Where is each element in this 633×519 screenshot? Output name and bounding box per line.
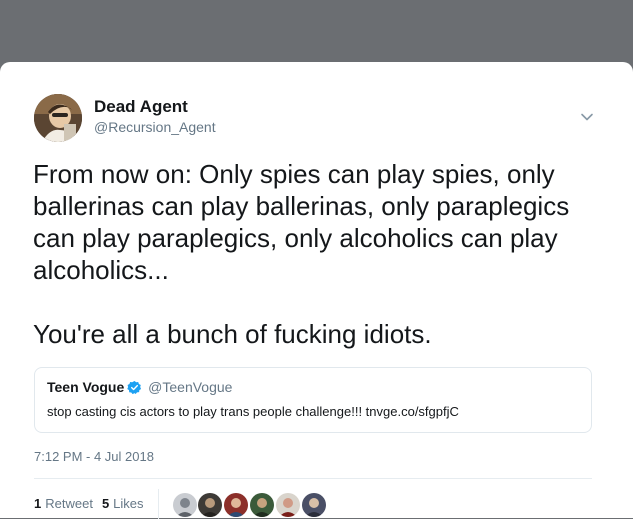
- stats-divider: [158, 489, 159, 519]
- chevron-down-icon[interactable]: [578, 108, 596, 126]
- retweet-count: 1: [34, 496, 42, 511]
- author-handle[interactable]: @Recursion_Agent: [94, 117, 216, 137]
- quoted-display-name: Teen Vogue: [47, 379, 125, 395]
- liker-avatar-3[interactable]: [223, 492, 249, 518]
- liker-avatar-1[interactable]: [172, 492, 198, 518]
- retweet-stat[interactable]: 1 Retweet: [34, 493, 93, 515]
- author-avatar[interactable]: [34, 94, 82, 142]
- likes-label: Likes: [113, 496, 144, 511]
- profile-photo-icon: [34, 94, 82, 142]
- tweet-text: From now on: Only spies can play spies, …: [33, 159, 570, 349]
- tweet-stats: 1 Retweet 5 Likes: [34, 493, 144, 515]
- quoted-tweet-header: Teen Vogue @TeenVogue: [47, 378, 232, 396]
- tweet-timestamp[interactable]: 7:12 PM - 4 Jul 2018: [34, 448, 154, 466]
- liker-avatar-6[interactable]: [301, 492, 327, 518]
- likes-stat[interactable]: 5 Likes: [102, 493, 144, 515]
- like-count: 5: [101, 496, 110, 511]
- liker-avatar-2[interactable]: [197, 492, 223, 518]
- liker-avatar-4[interactable]: [249, 492, 275, 518]
- liker-avatar-5[interactable]: [275, 492, 301, 518]
- quoted-tweet[interactable]: Teen Vogue @TeenVogue stop casting cis a…: [34, 367, 592, 433]
- tweet-card: Dead Agent @Recursion_Agent From now on:…: [0, 62, 633, 519]
- quoted-tweet-text: stop casting cis actors to play trans pe…: [47, 404, 459, 419]
- verified-badge-icon: [127, 380, 142, 395]
- retweet-label: Retweet: [45, 496, 93, 511]
- divider: [34, 478, 592, 479]
- author-display-name[interactable]: Dead Agent: [94, 97, 216, 117]
- author-names: Dead Agent @Recursion_Agent: [94, 97, 216, 137]
- tweet-header: Dead Agent @Recursion_Agent: [34, 94, 604, 144]
- quoted-handle: @TeenVogue: [148, 379, 233, 395]
